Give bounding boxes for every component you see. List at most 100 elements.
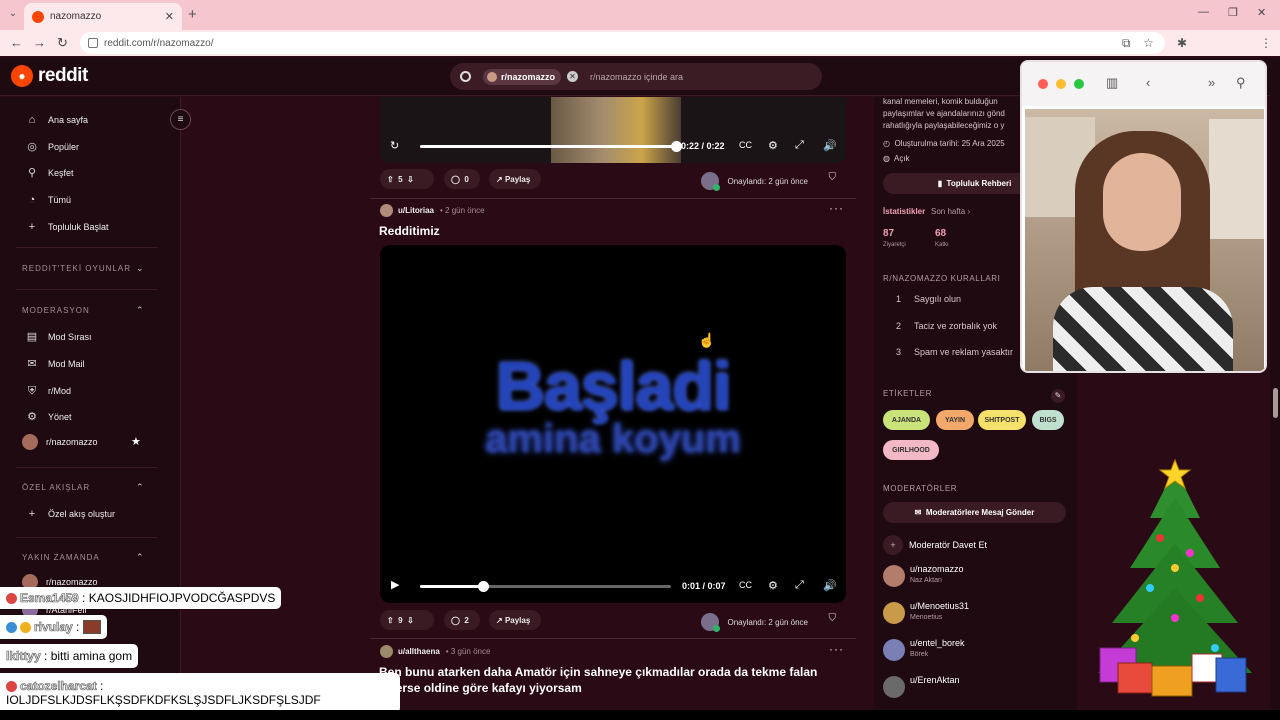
downvote-icon[interactable]: ⇩ bbox=[407, 616, 414, 625]
sidebar-item-popular[interactable]: ◎ Popüler bbox=[26, 141, 79, 153]
reddit-logo[interactable]: ● reddit bbox=[11, 65, 88, 87]
clear-chip-icon[interactable]: ✕ bbox=[567, 71, 579, 82]
upvote-icon[interactable]: ⇧ bbox=[387, 175, 394, 184]
tag-chip[interactable]: YAYIN bbox=[936, 410, 974, 430]
search-icon bbox=[460, 71, 471, 82]
settings-gear-icon[interactable]: ⚙ bbox=[768, 139, 778, 152]
post-text[interactable]: Ben bunu atarken daha Amatör için sahney… bbox=[379, 664, 849, 696]
sidebar-item-r-mod[interactable]: ⛨ r/Mod bbox=[26, 385, 71, 397]
install-icon[interactable]: ⧉ bbox=[1122, 36, 1131, 51]
post-author[interactable]: u/Litoriaa bbox=[398, 206, 434, 215]
comments-button[interactable]: ◯ 2 bbox=[444, 610, 480, 630]
reload-icon[interactable]: ↻ bbox=[57, 35, 68, 51]
url-field[interactable]: reddit.com/r/nazomazzo/ bbox=[80, 32, 1165, 54]
replay-icon[interactable]: ↻ bbox=[390, 139, 399, 152]
rule-item[interactable]: 1 Saygılı olun bbox=[896, 294, 961, 304]
stats-range-dropdown[interactable]: Son hafta › bbox=[931, 207, 970, 216]
share-button[interactable]: ↗ Paylaş bbox=[489, 610, 541, 630]
volume-icon[interactable]: 🔊 bbox=[823, 139, 837, 152]
video-player[interactable]: Başladi amina koyum ☝ ▶ 0:01 / 0:07 CC ⚙… bbox=[380, 245, 846, 603]
comments-button[interactable]: ◯ 0 bbox=[444, 169, 480, 189]
moderator-item[interactable]: u/entel_borek Börek bbox=[883, 638, 965, 661]
section-games[interactable]: REDDIT'TEKİ OYUNLAR ⌄ bbox=[22, 263, 144, 273]
page-scrollbar[interactable] bbox=[1270, 58, 1280, 720]
fullscreen-icon[interactable]: ⤢ bbox=[795, 139, 804, 152]
mod-shield-icon[interactable]: ⛉ bbox=[829, 172, 837, 183]
mod-shield-icon[interactable]: ⛉ bbox=[829, 613, 837, 624]
scrollbar-thumb[interactable] bbox=[1273, 388, 1278, 418]
user-avatar[interactable] bbox=[380, 645, 393, 658]
sidebar-item-create-feed[interactable]: + Özel akış oluştur bbox=[26, 508, 115, 520]
close-dot-icon[interactable] bbox=[1038, 79, 1048, 89]
search-input[interactable]: r/nazomazzo ✕ r/nazomazzo içinde ara bbox=[450, 63, 822, 90]
favorite-star-icon[interactable]: ★ bbox=[131, 435, 141, 448]
sidebar-item-explore[interactable]: ⚲ Keşfet bbox=[26, 167, 74, 179]
sidebar-item-all[interactable]: ◔ Tümü bbox=[26, 194, 71, 206]
maximize-dot-icon[interactable] bbox=[1074, 79, 1084, 89]
volume-icon[interactable]: 🔊 bbox=[823, 579, 837, 592]
minimize-dot-icon[interactable] bbox=[1056, 79, 1066, 89]
invite-mod-button[interactable]: + Moderatör Davet Et bbox=[883, 535, 987, 555]
video-player[interactable]: ↻ 0:22 / 0:22 CC ⚙ ⤢ 🔊 bbox=[380, 97, 846, 163]
divider bbox=[16, 537, 157, 538]
video-progress-bar[interactable] bbox=[420, 141, 682, 152]
downvote-icon[interactable]: ⇩ bbox=[407, 175, 414, 184]
upvote-icon[interactable]: ⇧ bbox=[387, 616, 394, 625]
new-tab-icon[interactable]: + bbox=[188, 6, 197, 23]
search-icon[interactable]: ⚲ bbox=[1236, 75, 1246, 91]
moderator-item[interactable]: u/ErenAktan bbox=[883, 675, 960, 698]
forward-icon[interactable]: → bbox=[33, 35, 46, 50]
sidebar-toggle-icon[interactable]: ▥ bbox=[1106, 75, 1118, 91]
message-mods-button[interactable]: ✉ Moderatörlere Mesaj Gönder bbox=[883, 502, 1066, 523]
rule-item[interactable]: 3 Spam ve reklam yasaktır bbox=[896, 347, 1013, 357]
back-chevron-icon[interactable]: ‹ bbox=[1146, 75, 1150, 90]
sidebar-item-manage[interactable]: ⚙ Yönet bbox=[26, 411, 71, 423]
captions-icon[interactable]: CC bbox=[739, 140, 752, 150]
sidebar-collapse-icon[interactable]: ≡ bbox=[170, 109, 191, 130]
tag-chip[interactable]: BIGS bbox=[1032, 410, 1064, 430]
section-moderation[interactable]: MODERASYON ⌃ bbox=[22, 305, 144, 315]
user-avatar[interactable] bbox=[380, 204, 393, 217]
captions-icon[interactable]: CC bbox=[739, 580, 752, 590]
close-window-icon[interactable]: ✕ bbox=[1257, 6, 1266, 19]
moderator-item[interactable]: u/nazomazzo Naz Aktan bbox=[883, 564, 964, 587]
edit-pencil-icon[interactable]: ✎ bbox=[1051, 389, 1065, 403]
extensions-icon[interactable]: ✱ bbox=[1177, 36, 1187, 50]
search-community-chip[interactable]: r/nazomazzo bbox=[483, 68, 562, 85]
play-icon[interactable]: ▶ bbox=[391, 578, 399, 591]
rule-item[interactable]: 2 Taciz ve zorbalık yok bbox=[896, 321, 997, 331]
site-info-icon[interactable] bbox=[88, 38, 98, 48]
post-author[interactable]: u/allthaena bbox=[398, 647, 440, 656]
tab-close-icon[interactable]: ✕ bbox=[165, 10, 174, 23]
share-button[interactable]: ↗ Paylaş bbox=[489, 169, 541, 189]
back-icon[interactable]: ← bbox=[10, 35, 23, 50]
invite-mod-label: Moderatör Davet Et bbox=[909, 540, 988, 550]
sidebar-item-nazomazzo[interactable]: r/nazomazzo ★ bbox=[22, 434, 141, 450]
double-chevron-icon[interactable]: » bbox=[1208, 75, 1215, 90]
settings-gear-icon[interactable]: ⚙ bbox=[768, 579, 778, 592]
popular-icon: ◎ bbox=[27, 141, 37, 153]
sidebar-item-home[interactable]: ⌂ Ana sayfa bbox=[26, 114, 88, 126]
section-recent[interactable]: YAKIN ZAMANDA ⌃ bbox=[22, 552, 144, 562]
browser-tab[interactable]: nazomazzo ✕ bbox=[24, 3, 182, 30]
menu-icon[interactable]: ⋮ bbox=[1260, 36, 1272, 50]
sidebar-item-start-community[interactable]: + Topluluk Başlat bbox=[26, 221, 109, 233]
vote-button[interactable]: ⇧ 5 ⇩ bbox=[380, 169, 434, 189]
bookmark-star-icon[interactable]: ☆ bbox=[1143, 36, 1154, 50]
section-custom-feeds[interactable]: ÖZEL AKIŞLAR ⌃ bbox=[22, 482, 144, 492]
tag-chip[interactable]: SHITPOST bbox=[978, 410, 1026, 430]
sidebar-item-mod-queue[interactable]: ▤ Mod Sırası bbox=[26, 331, 92, 343]
sidebar-item-mod-mail[interactable]: ✉ Mod Mail bbox=[26, 358, 84, 370]
moderator-item[interactable]: u/Menoetius31 Menoetius bbox=[883, 601, 969, 624]
tag-chip[interactable]: GIRLHOOD bbox=[883, 440, 939, 460]
tag-chip[interactable]: AJANDA bbox=[883, 410, 930, 430]
post-title[interactable]: Redditimiz bbox=[379, 224, 440, 238]
more-options-icon[interactable]: ··· bbox=[829, 201, 844, 215]
minimize-icon[interactable]: — bbox=[1198, 6, 1209, 18]
fullscreen-icon[interactable]: ⤢ bbox=[795, 579, 804, 592]
tab-search-icon[interactable]: ⌄ bbox=[6, 8, 20, 22]
vote-button[interactable]: ⇧ 9 ⇩ bbox=[380, 610, 434, 630]
video-progress-bar[interactable] bbox=[420, 581, 671, 592]
maximize-icon[interactable]: ❐ bbox=[1228, 6, 1238, 19]
more-options-icon[interactable]: ··· bbox=[829, 642, 844, 656]
